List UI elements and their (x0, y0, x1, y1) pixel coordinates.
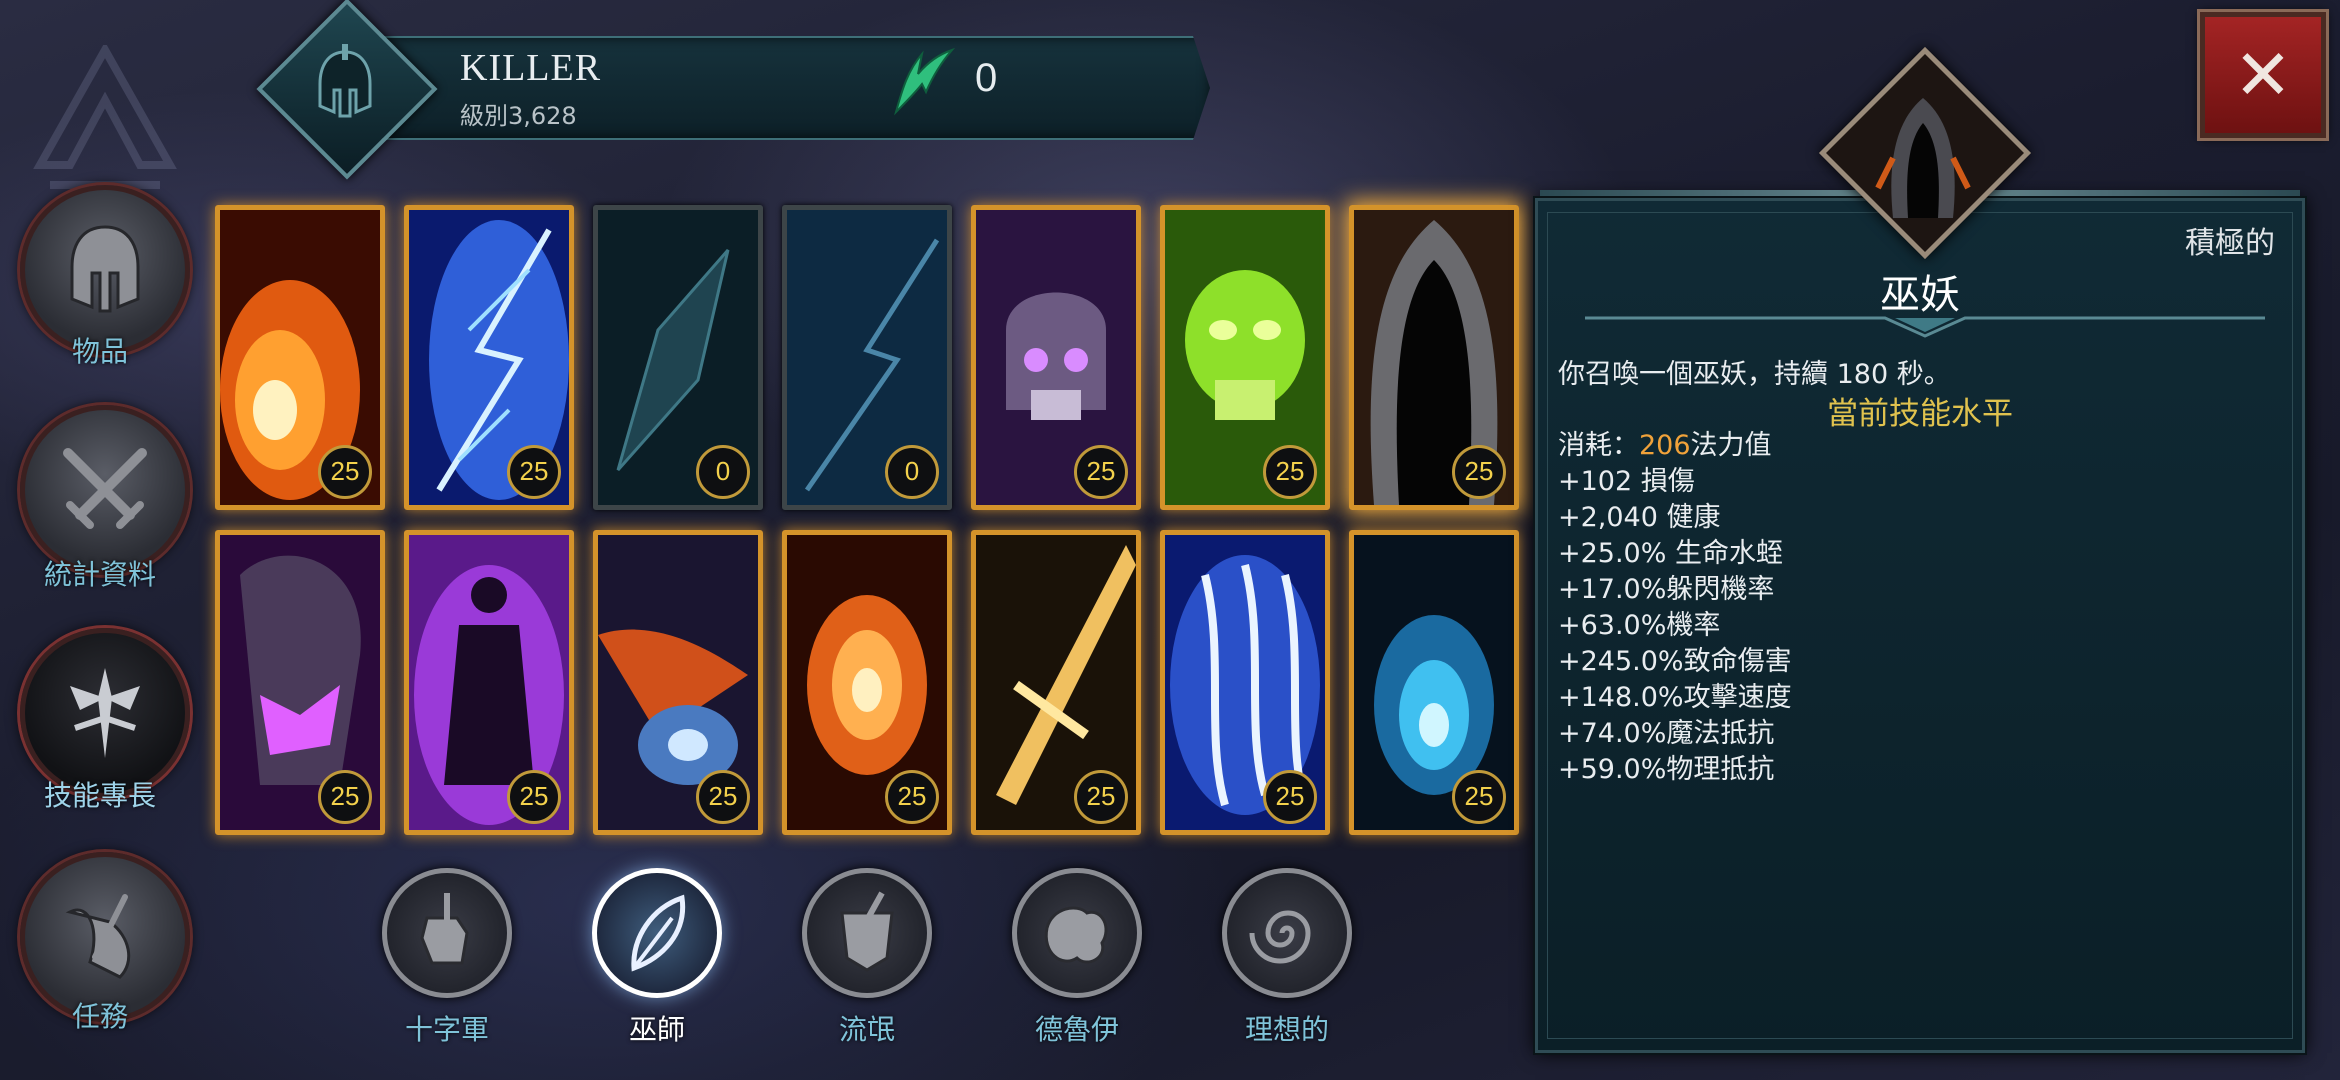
class-label: 巫師 (628, 1013, 685, 1046)
skill-card-shadow-figure[interactable]: 25 (404, 530, 574, 835)
class-ring[interactable] (1012, 868, 1142, 998)
cost-value: 206 (1639, 430, 1691, 461)
class-label: 流氓 (838, 1013, 895, 1046)
class-tab-crusader[interactable]: 十字軍 (372, 868, 522, 1048)
skill-level-badge: 25 (1263, 770, 1317, 824)
skill-card-fire[interactable]: 25 (215, 205, 385, 510)
stat-line: +63.0%機率 (1558, 610, 1721, 641)
skill-level-badge: 25 (1074, 445, 1128, 499)
skill-name: 巫妖 (1880, 272, 1960, 318)
skill-card-blue-fire[interactable]: 25 (1349, 530, 1519, 835)
class-ring[interactable] (592, 868, 722, 998)
skill-card-lich[interactable]: 25 (1349, 205, 1519, 510)
skill-level-badge: 25 (1074, 770, 1128, 824)
skill-stats: 消耗：206法力值 +102 損傷 +2,040 健康 +25.0% 生命水蛭 … (1558, 428, 1792, 788)
skill-card-lightning[interactable]: 25 (404, 205, 574, 510)
skill-level-badge: 25 (885, 770, 939, 824)
class-ring[interactable] (382, 868, 512, 998)
nav-stats-label: 統計資料 (43, 558, 156, 591)
class-tab-wizard[interactable]: 巫師 (582, 868, 732, 1048)
spiral-hand-icon (1249, 910, 1311, 964)
beast-claw-icon (1044, 906, 1108, 964)
lich-portrait-icon (1875, 98, 1971, 218)
scroll-quill-icon (65, 894, 131, 979)
skill-card-flame-swirl[interactable]: 25 (782, 530, 952, 835)
skill-card-skeleton[interactable]: 25 (971, 205, 1141, 510)
nav-skills-label: 技能專長 (43, 779, 156, 812)
skill-level-badge: 25 (1263, 445, 1317, 499)
stat-line: +74.0%魔法抵抗 (1558, 718, 1775, 749)
green-claw-icon (894, 47, 956, 116)
skill-card-green-skull[interactable]: 25 (1160, 205, 1330, 510)
skill-card-storm[interactable]: 0 (782, 205, 952, 510)
nav-stats-button[interactable] (20, 405, 190, 575)
helmet-icon (70, 225, 140, 313)
cost-suffix: 法力值 (1690, 430, 1772, 461)
resource-value: 0 (975, 56, 998, 100)
skill-level-badge: 25 (1452, 770, 1506, 824)
skill-card-sword[interactable]: 25 (971, 530, 1141, 835)
title-divider (1585, 316, 2265, 338)
nav-quests-label: 任務 (71, 1000, 128, 1033)
class-label: 德魯伊 (1034, 1013, 1119, 1046)
class-ring[interactable] (1222, 868, 1352, 998)
skill-level-badge: 25 (507, 770, 561, 824)
cost-prefix: 消耗： (1558, 430, 1639, 461)
skill-card-ice-claw[interactable]: 25 (1160, 530, 1330, 835)
skill-card-dark-shard[interactable]: 0 (593, 205, 763, 510)
feather-icon (631, 894, 686, 972)
player-level: 級別3,628 (460, 102, 577, 130)
class-label: 十字軍 (404, 1013, 489, 1046)
skill-level-badge: 25 (696, 770, 750, 824)
skill-tree-icon (70, 668, 140, 758)
crossed-swords-icon (63, 448, 147, 529)
skill-level-badge: 25 (318, 770, 372, 824)
skill-description: 你召喚一個巫妖，持續 180 秒。 (1558, 359, 1951, 390)
close-button[interactable]: ✕ (2200, 12, 2326, 138)
stat-line: +17.0%躲閃機率 (1558, 574, 1775, 605)
player-name: KILLER (460, 47, 602, 89)
stat-line: +59.0%物理抵抗 (1558, 754, 1775, 785)
class-tab-ideal[interactable]: 理想的 (1212, 868, 1362, 1048)
mana-cost-line: 消耗：206法力值 (1558, 428, 1792, 464)
skill-level-badge: 0 (696, 445, 750, 499)
stat-line: +148.0%攻擊速度 (1558, 682, 1792, 713)
current-level-label: 當前技能水平 (1827, 396, 2013, 432)
nav-items-label: 物品 (71, 335, 128, 368)
rogue-mask-icon (840, 891, 894, 972)
stat-line: +102 損傷 (1558, 466, 1695, 497)
close-icon: ✕ (2233, 34, 2293, 116)
skill-card-meteor[interactable]: 25 (593, 530, 763, 835)
skill-level-badge: 25 (318, 445, 372, 499)
skill-level-badge: 25 (507, 445, 561, 499)
stat-line: +245.0%致命傷害 (1558, 646, 1792, 677)
stat-line: +25.0% 生命水蛭 (1558, 538, 1783, 569)
nav-skills-button[interactable] (20, 628, 190, 798)
spartan-helmet-icon[interactable] (300, 40, 390, 130)
stat-line: +2,040 健康 (1558, 502, 1721, 533)
skill-type-label: 積極的 (2185, 226, 2275, 261)
class-ring[interactable] (802, 868, 932, 998)
skill-level-badge: 0 (885, 445, 939, 499)
class-tab-rogue[interactable]: 流氓 (792, 868, 942, 1048)
fist-icon (420, 893, 469, 965)
class-tab-druid[interactable]: 德魯伊 (1002, 868, 1152, 1048)
skill-card-shadow-mask[interactable]: 25 (215, 530, 385, 835)
skill-level-badge: 25 (1452, 445, 1506, 499)
class-label: 理想的 (1244, 1013, 1329, 1046)
